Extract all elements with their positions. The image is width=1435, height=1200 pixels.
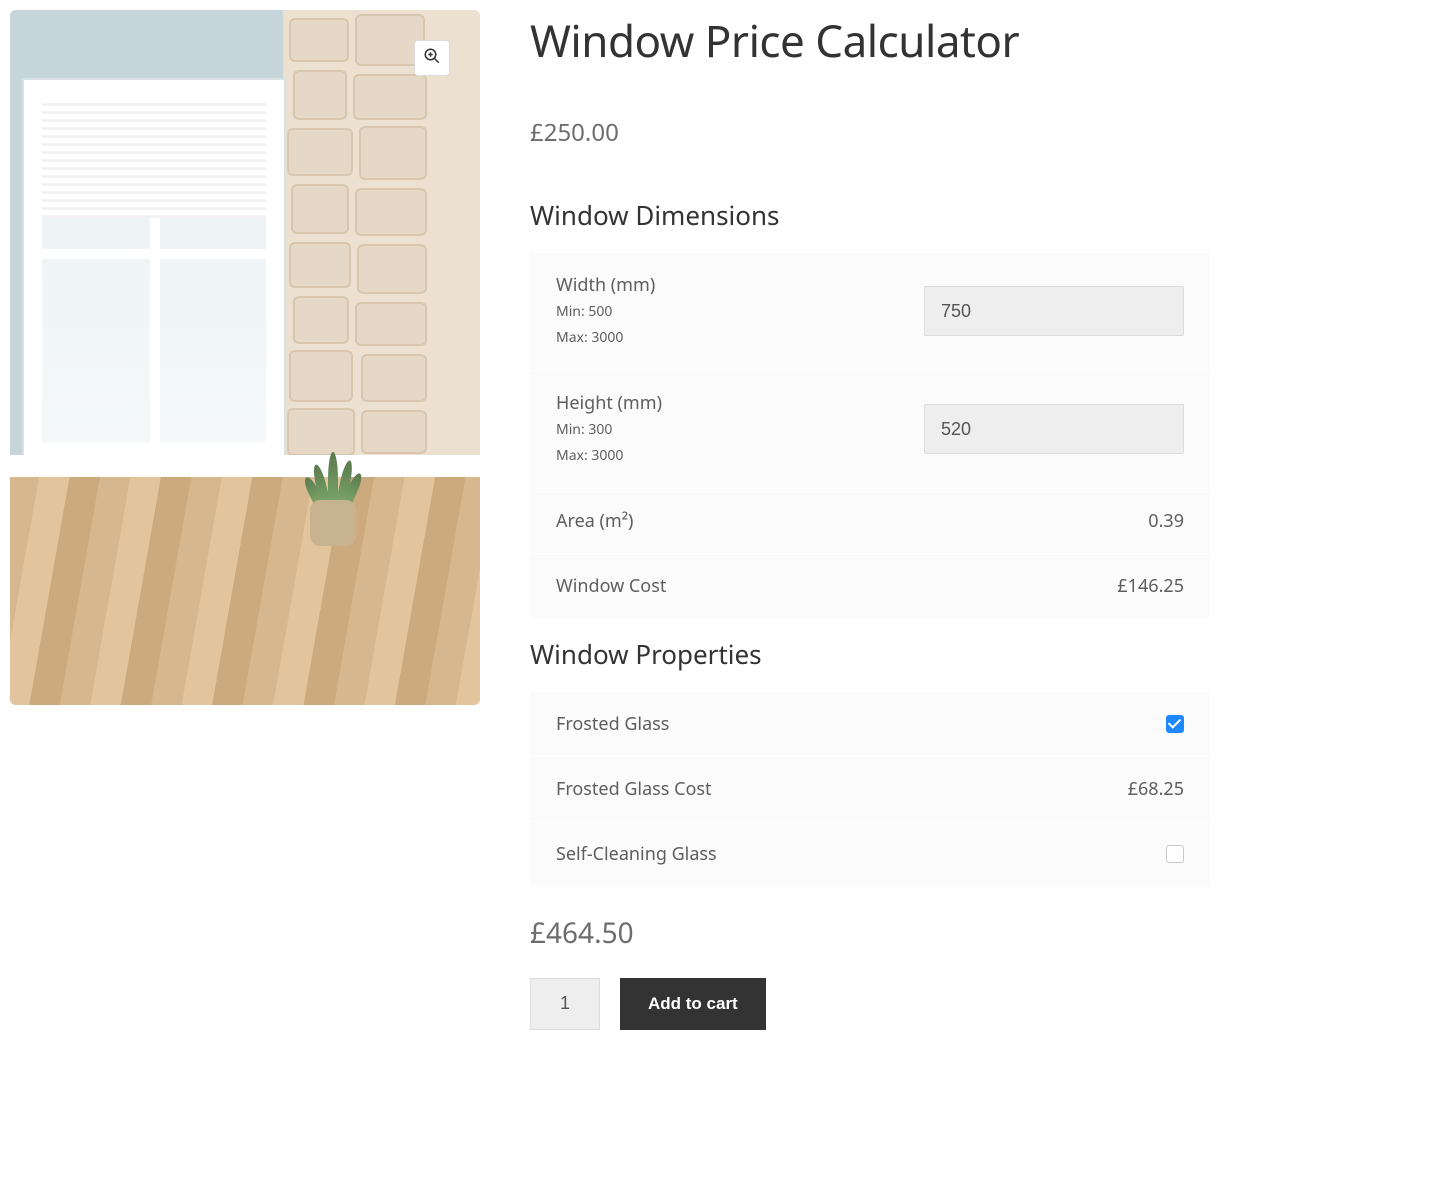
zoom-button[interactable]: [414, 40, 450, 76]
base-price: £250.00: [530, 116, 1210, 149]
properties-panel: Frosted Glass Frosted Glass Cost £68.25 …: [530, 692, 1210, 886]
properties-heading: Window Properties: [530, 636, 1210, 672]
area-value: 0.39: [1148, 509, 1184, 533]
add-to-cart-button[interactable]: Add to cart: [620, 978, 766, 1030]
width-min: Min: 500: [556, 301, 655, 323]
frosted-glass-cost-label: Frosted Glass Cost: [556, 777, 711, 801]
area-label: Area (m²): [556, 509, 633, 533]
product-title: Window Price Calculator: [530, 10, 1210, 70]
height-min: Min: 300: [556, 419, 662, 441]
quantity-input[interactable]: [530, 978, 600, 1030]
frosted-glass-checkbox[interactable]: [1166, 715, 1184, 733]
height-max: Max: 3000: [556, 445, 662, 467]
product-image[interactable]: [10, 10, 480, 705]
magnify-plus-icon: [423, 47, 441, 70]
width-input[interactable]: [924, 286, 1184, 336]
self-cleaning-glass-checkbox[interactable]: [1166, 845, 1184, 863]
dimensions-panel: Width (mm) Min: 500 Max: 3000 Height (mm…: [530, 253, 1210, 618]
height-label: Height (mm): [556, 391, 662, 415]
width-max: Max: 3000: [556, 327, 655, 349]
total-price: £464.50: [530, 914, 1210, 952]
frosted-glass-label: Frosted Glass: [556, 712, 669, 736]
height-input[interactable]: [924, 404, 1184, 454]
self-cleaning-glass-label: Self-Cleaning Glass: [556, 842, 717, 866]
width-label: Width (mm): [556, 273, 655, 297]
window-cost-label: Window Cost: [556, 574, 666, 598]
frosted-glass-cost-value: £68.25: [1128, 777, 1184, 801]
dimensions-heading: Window Dimensions: [530, 197, 1210, 233]
window-cost-value: £146.25: [1117, 574, 1184, 598]
